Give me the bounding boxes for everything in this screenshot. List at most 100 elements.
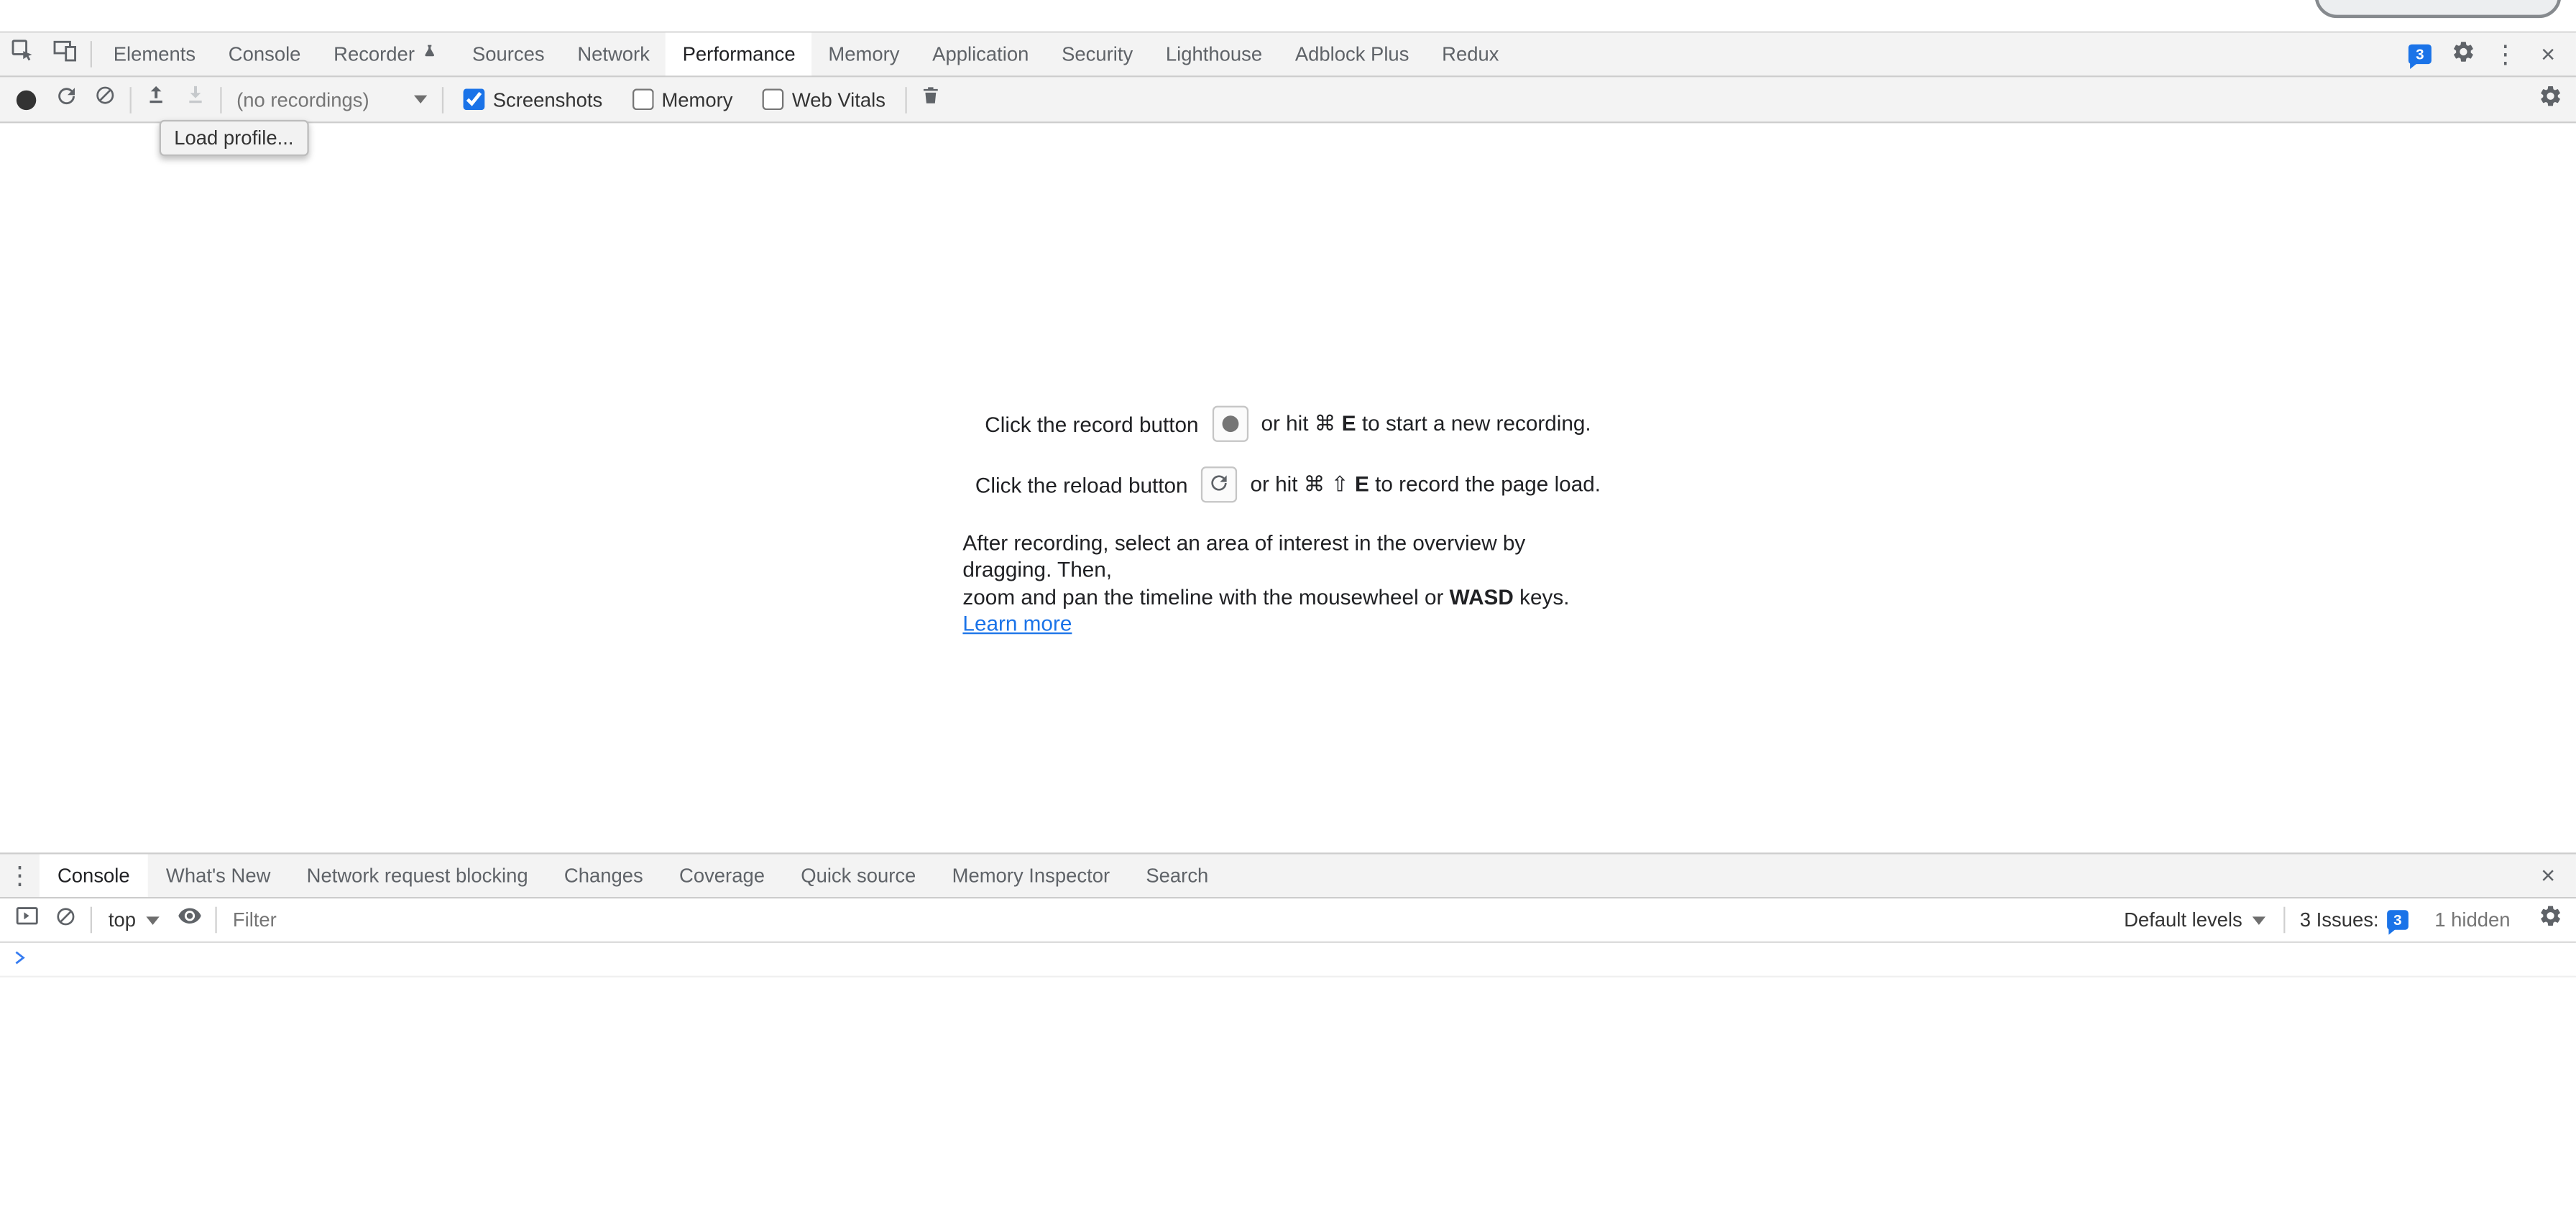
record-button[interactable] [6, 80, 46, 119]
load-profile-button[interactable] [137, 80, 176, 119]
tab-application[interactable]: Application [916, 33, 1045, 75]
tab-label: Changes [564, 864, 643, 887]
performance-empty-state: Click the record button or hit ⌘ E to st… [0, 123, 2576, 852]
wasd-keys-text: WASD [1450, 584, 1514, 609]
popup-fragment [2315, 0, 2562, 18]
eye-icon [178, 903, 202, 936]
tab-memory[interactable]: Memory [812, 33, 916, 75]
learn-more-link[interactable]: Learn more [962, 611, 1072, 635]
screenshots-checkbox[interactable] [464, 88, 485, 110]
drawer-tab-changes[interactable]: Changes [546, 855, 661, 897]
tab-security[interactable]: Security [1045, 33, 1149, 75]
settings-button[interactable] [2443, 34, 2483, 74]
console-prompt[interactable] [0, 943, 2576, 977]
inspect-cursor-icon [9, 38, 34, 71]
log-levels-select[interactable]: Default levels [2111, 908, 2278, 931]
recordings-select[interactable]: (no recordings) [226, 88, 437, 111]
issues-label: 3 Issues: [2300, 908, 2379, 931]
gear-icon [2537, 83, 2562, 116]
tooltip-text: Load profile... [174, 126, 293, 149]
experiment-flask-icon [421, 42, 439, 65]
delete-recording-button[interactable] [911, 80, 951, 119]
devtools-window: Elements Console Recorder Sources Networ… [0, 0, 2576, 1206]
console-settings-button[interactable] [2530, 901, 2570, 940]
drawer-tab-console[interactable]: Console [40, 855, 148, 897]
drawer-tabs: Console What's New Network request block… [40, 855, 1227, 897]
tab-label: Memory Inspector [952, 864, 1110, 887]
tab-label: Console [58, 864, 130, 887]
divider [2283, 907, 2285, 934]
drawer-tab-coverage[interactable]: Coverage [661, 855, 783, 897]
recordings-select-value: (no recordings) [236, 88, 369, 111]
record-and-reload-button[interactable] [46, 80, 86, 119]
inspect-element-button[interactable] [0, 33, 42, 75]
overflow-dots-icon: ⋮ [7, 861, 32, 890]
console-filter-input[interactable] [221, 908, 2111, 931]
checkbox-label: Memory [661, 88, 732, 111]
tab-performance[interactable]: Performance [666, 33, 812, 75]
javascript-context-select[interactable]: top [97, 908, 170, 931]
download-arrow-icon [184, 84, 207, 115]
drawer-tab-search[interactable]: Search [1128, 855, 1226, 897]
upload-arrow-icon [144, 84, 167, 115]
save-profile-button[interactable] [176, 80, 216, 119]
tab-label: Sources [472, 42, 545, 65]
hint-text: Click the reload button [975, 472, 1188, 497]
tab-adblock-plus[interactable]: Adblock Plus [1279, 33, 1425, 75]
drawer-tab-quick-source[interactable]: Quick source [783, 855, 934, 897]
issues-counter-button[interactable]: 3 [2400, 34, 2439, 74]
block-icon [93, 84, 116, 115]
record-hint-row: Click the record button or hit ⌘ E to st… [985, 406, 1591, 442]
overflow-dots-icon: ⋮ [2493, 40, 2518, 69]
more-options-button[interactable]: ⋮ [2485, 34, 2525, 74]
close-devtools-button[interactable]: × [2529, 34, 2568, 74]
memory-checkbox[interactable] [632, 88, 653, 110]
shift-key-glyph: ⇧ [1331, 471, 1349, 496]
tab-label: Recorder [334, 42, 415, 65]
drawer-tab-network-request-blocking[interactable]: Network request blocking [289, 855, 546, 897]
drawer-more-tools-button[interactable]: ⋮ [0, 856, 40, 896]
key-glyph: E [1342, 410, 1356, 435]
trash-icon [921, 84, 942, 115]
browser-strip [0, 0, 2576, 31]
block-icon [54, 904, 77, 935]
screenshots-checkbox-group[interactable]: Screenshots [464, 88, 603, 111]
web-vitals-checkbox-group[interactable]: Web Vitals [763, 88, 886, 111]
capture-settings-button[interactable] [2530, 80, 2570, 119]
inline-record-button[interactable] [1212, 406, 1248, 442]
tab-console[interactable]: Console [212, 33, 317, 75]
drawer-tab-memory-inspector[interactable]: Memory Inspector [934, 855, 1128, 897]
inline-reload-button[interactable] [1201, 466, 1237, 502]
tab-label: Application [932, 42, 1029, 65]
close-drawer-button[interactable]: × [2529, 856, 2568, 896]
hidden-messages-label: 1 hidden [2434, 908, 2510, 931]
console-body [0, 943, 2576, 1206]
clear-console-button[interactable] [46, 901, 86, 940]
checkbox-label: Web Vitals [792, 88, 886, 111]
tab-sources[interactable]: Sources [456, 33, 561, 75]
console-sidebar-button[interactable] [6, 901, 46, 940]
tab-label: What's New [166, 864, 270, 887]
web-vitals-checkbox[interactable] [763, 88, 784, 110]
reload-hint-row: Click the reload button or hit ⌘ ⇧ E to … [975, 466, 1601, 502]
reload-icon [1208, 471, 1230, 499]
levels-value: Default levels [2124, 908, 2242, 931]
tab-network[interactable]: Network [561, 33, 666, 75]
tab-redux[interactable]: Redux [1425, 33, 1515, 75]
issues-link[interactable]: 3 Issues: 3 [2290, 908, 2418, 931]
drawer-tab-whats-new[interactable]: What's New [148, 855, 289, 897]
device-toolbar-button[interactable] [42, 33, 85, 75]
prompt-chevron-icon [12, 944, 28, 974]
checkbox-label: Screenshots [493, 88, 602, 111]
load-profile-tooltip: Load profile... [160, 120, 308, 156]
tab-lighthouse[interactable]: Lighthouse [1149, 33, 1279, 75]
divider [91, 41, 92, 68]
live-expression-button[interactable] [170, 901, 210, 940]
chevron-down-icon [146, 916, 159, 924]
tab-label: Network [577, 42, 650, 65]
tab-recorder[interactable]: Recorder [317, 33, 456, 75]
clear-recordings-button[interactable] [86, 80, 125, 119]
hint-text: or hit ⌘ ⇧ E to record the page load. [1250, 471, 1601, 498]
memory-checkbox-group[interactable]: Memory [632, 88, 732, 111]
tab-elements[interactable]: Elements [97, 33, 212, 75]
